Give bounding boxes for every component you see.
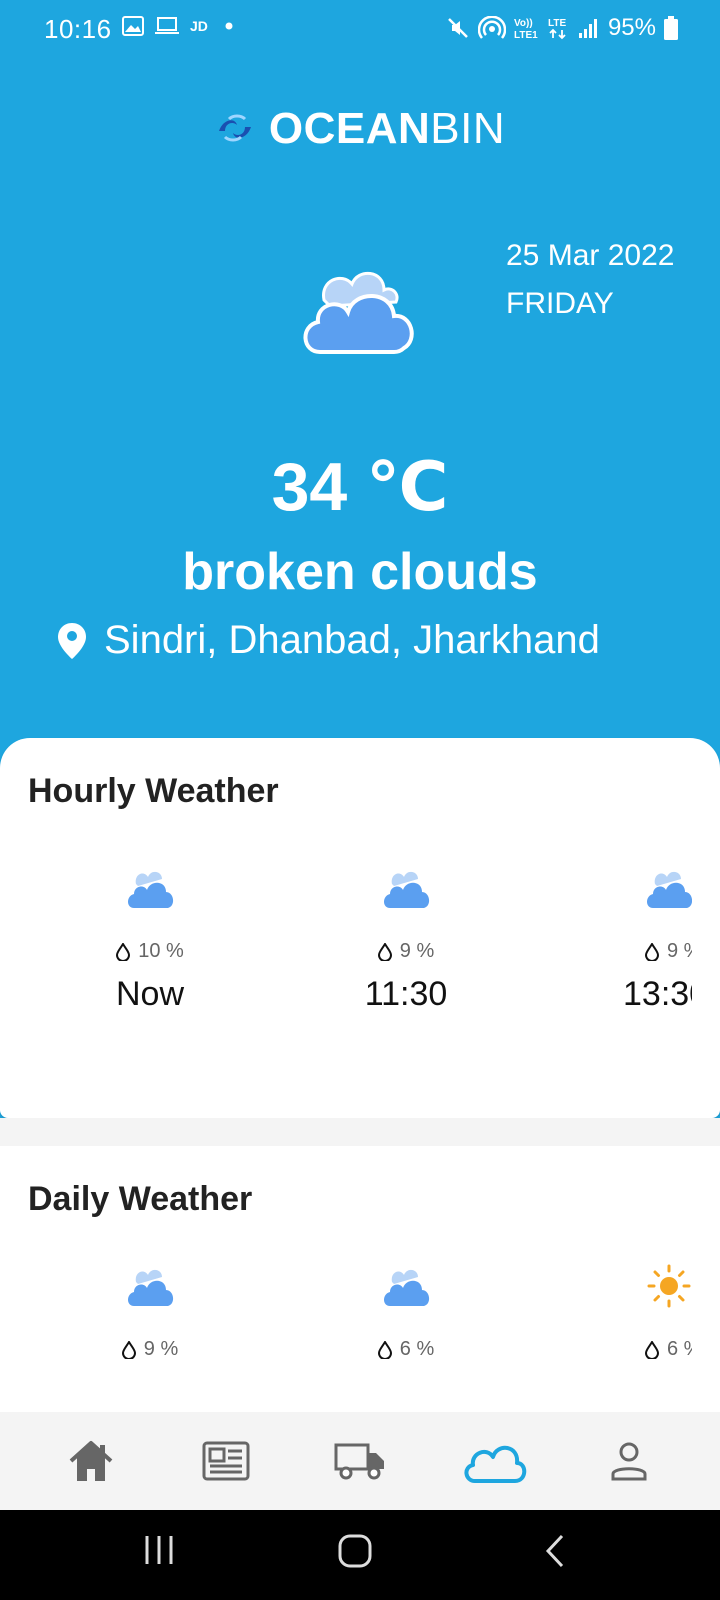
drop-icon <box>377 942 392 961</box>
profile-icon <box>611 1442 647 1481</box>
hourly-time: 13:30 <box>623 975 692 1013</box>
current-date: 25 Mar 2022 <box>506 239 675 272</box>
rain-chance: 10 % <box>75 940 225 963</box>
hourly-item[interactable]: 9 % 13:30 <box>590 866 692 1014</box>
hourly-list[interactable]: 10 % Now 9 % 11:30 9 % 13:30 <box>0 738 692 1118</box>
weather-icon <box>464 1446 527 1483</box>
current-weekday: FRIDAY <box>506 287 614 320</box>
drop-icon <box>377 1340 392 1359</box>
app-brand: OCEANBIN <box>0 104 720 154</box>
mute-icon <box>448 18 468 38</box>
system-icons: Vo)) LTE1 LTE 95% <box>446 14 678 42</box>
status-time: 10:16 <box>44 14 112 44</box>
date-block: 25 Mar 2022 FRIDAY <box>506 232 674 328</box>
svg-text:LTE: LTE <box>548 18 566 29</box>
sun-icon <box>647 1264 691 1308</box>
truck-icon <box>334 1443 384 1480</box>
laptop-icon <box>155 17 179 34</box>
card-separator <box>0 1118 720 1146</box>
brand-name-bold: OCEAN <box>268 104 431 153</box>
broken-clouds-icon <box>128 1269 174 1306</box>
broken-clouds-icon <box>303 272 414 354</box>
daily-weather-card: Daily Weather 9 % 6 % 6 <box>0 1146 720 1426</box>
hourly-weather-card: Hourly Weather 10 % Now 9 % 11:30 9 13:3 <box>0 738 720 1118</box>
rain-chance: 9 % <box>75 1338 225 1361</box>
hourly-time: Now <box>115 975 185 1013</box>
daily-item[interactable]: 9 % <box>75 1264 225 1361</box>
rain-value: 9 % <box>667 940 692 962</box>
hotspot-icon <box>477 16 506 39</box>
nav-news[interactable] <box>186 1426 266 1496</box>
battery-icon <box>664 16 678 40</box>
status-bar: 10:16 JD Vo)) LTE1 LTE 95% <box>0 0 720 60</box>
current-condition: broken clouds <box>182 543 538 601</box>
home-button-icon[interactable] <box>338 1534 372 1568</box>
dot-icon <box>225 22 233 30</box>
broken-clouds-icon <box>384 871 430 908</box>
home-icon <box>69 1441 113 1481</box>
nav-home[interactable] <box>51 1426 131 1496</box>
rain-value: 6 % <box>667 1338 692 1360</box>
location-pin-icon <box>58 622 86 659</box>
svg-text:LTE1: LTE1 <box>514 30 538 40</box>
hourly-item[interactable]: 10 % Now <box>75 866 225 1014</box>
volte-icon: Vo)) LTE1 <box>514 18 538 40</box>
rain-chance: 6 % <box>331 1338 481 1361</box>
rain-value: 9 % <box>143 1338 179 1360</box>
drop-icon <box>121 1340 136 1359</box>
rain-chance: 9 % <box>590 940 692 963</box>
current-temperature: 34 ℃ <box>271 449 449 525</box>
broken-clouds-icon <box>647 871 692 908</box>
bottom-navigation <box>0 1412 720 1510</box>
hourly-time: 11:30 <box>364 975 448 1013</box>
news-icon <box>202 1441 250 1481</box>
brand-name: OCEANBIN <box>269 104 505 154</box>
battery-percent: 95% <box>607 14 656 41</box>
signal-icon <box>578 19 597 38</box>
nav-profile[interactable] <box>589 1426 669 1496</box>
svg-text:Vo)): Vo)) <box>514 18 533 29</box>
daily-list[interactable]: 9 % 6 % 6 <box>0 1146 692 1426</box>
rain-value: 10 % <box>138 940 184 962</box>
back-icon[interactable] <box>544 1534 566 1568</box>
system-navigation-bar <box>0 1510 720 1600</box>
oceanbin-logo-icon <box>218 114 251 142</box>
lte-icon: LTE <box>548 18 566 40</box>
rain-chance: 9 % <box>331 940 481 963</box>
daily-item[interactable]: 6 % <box>590 1264 692 1361</box>
rain-value: 9 % <box>399 940 435 962</box>
notification-icons: JD <box>122 16 234 36</box>
hourly-item[interactable]: 9 % 11:30 <box>331 866 481 1014</box>
current-location: Sindri, Dhanbad, Jharkhand <box>58 618 600 663</box>
jd-icon: JD <box>190 18 208 34</box>
rain-value: 6 % <box>399 1338 435 1360</box>
nav-weather[interactable] <box>454 1426 534 1496</box>
image-icon <box>122 16 144 36</box>
nav-truck[interactable] <box>320 1426 400 1496</box>
broken-clouds-icon <box>384 1269 430 1306</box>
rain-chance: 6 % <box>590 1338 692 1361</box>
brand-name-light: BIN <box>430 104 506 153</box>
drop-icon <box>645 942 659 961</box>
location-text: Sindri, Dhanbad, Jharkhand <box>104 618 600 662</box>
drop-icon <box>645 1340 659 1359</box>
recent-apps-icon[interactable] <box>143 1534 177 1566</box>
broken-clouds-icon <box>128 871 174 908</box>
daily-item[interactable]: 6 % <box>331 1264 481 1361</box>
drop-icon <box>116 942 131 961</box>
